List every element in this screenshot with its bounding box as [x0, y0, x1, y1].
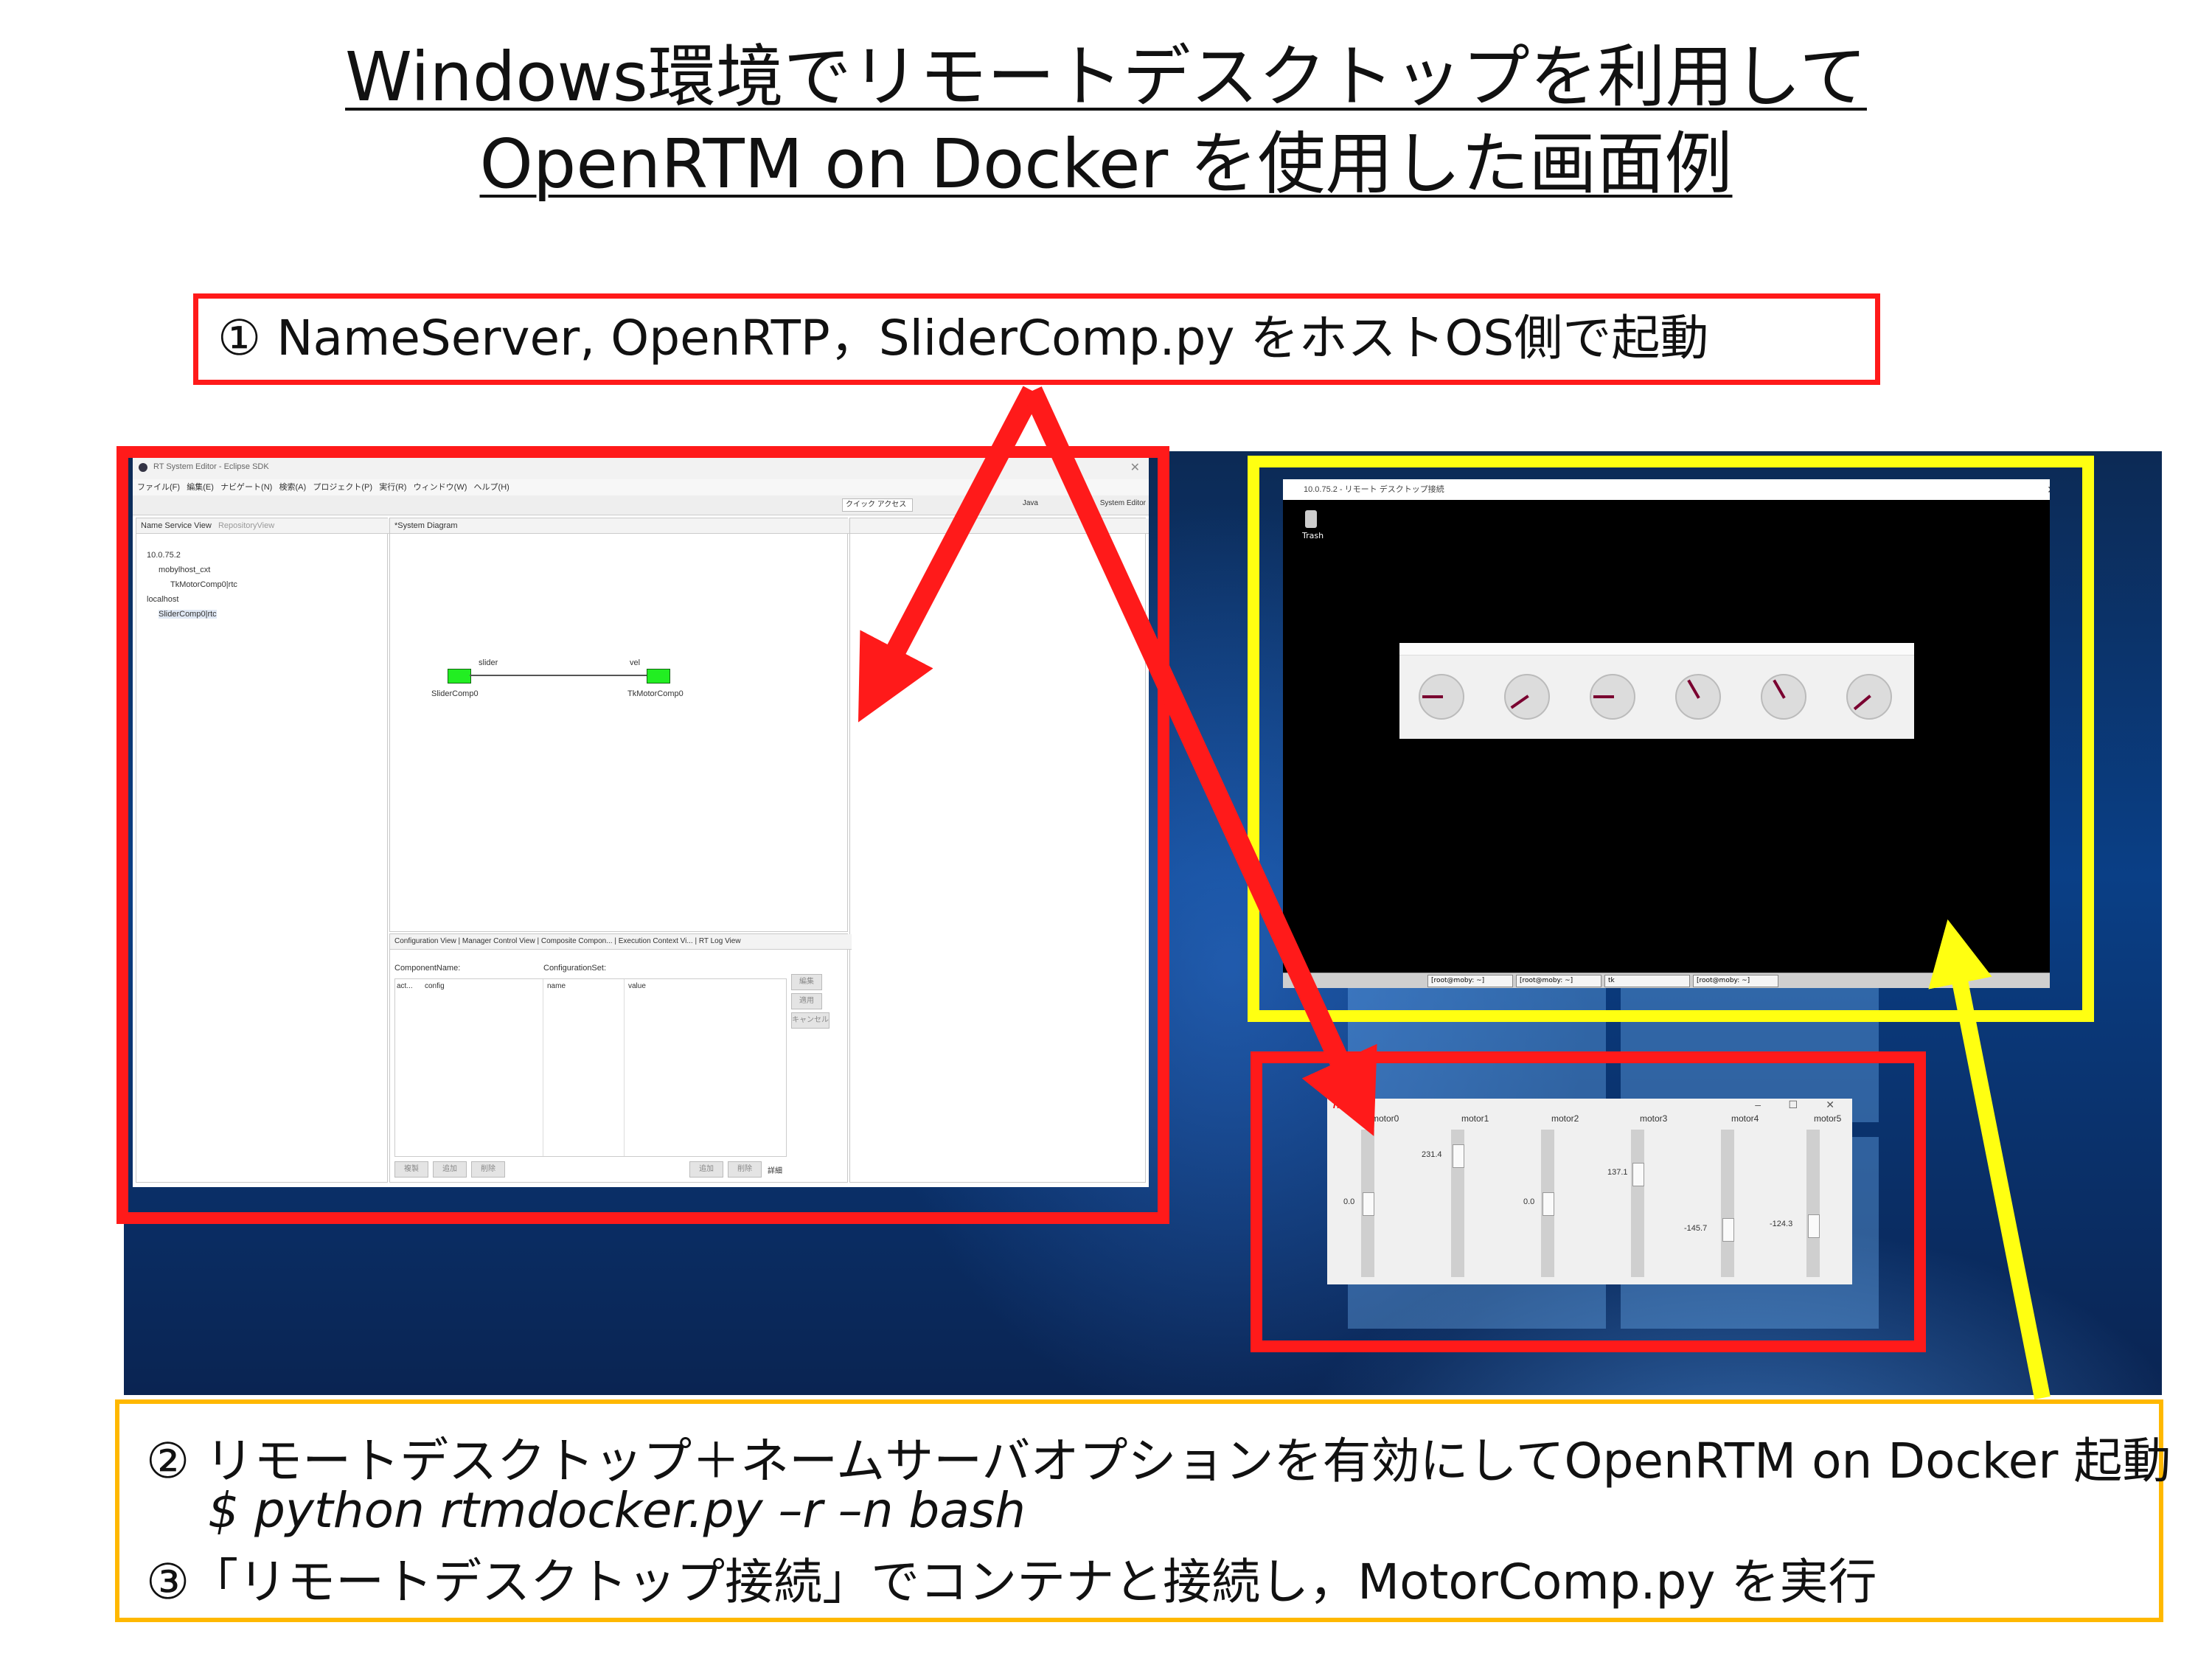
step3-text: ③「リモートデスクトップ接続」でコンテナと接続し，MotorComp.py を実…	[146, 1554, 1877, 1610]
command-text: $ python rtmdocker.py –r –n bash	[208, 1482, 1026, 1539]
arrow-to-eclipse	[858, 386, 1042, 723]
steps-2-3-box: ② リモートデスクトップ＋ネームサーバオプションを有効にしてOpenRTM on…	[115, 1399, 2171, 1622]
arrow-to-motor	[1023, 386, 1377, 1136]
arrow-to-rdp	[1928, 919, 2051, 1400]
